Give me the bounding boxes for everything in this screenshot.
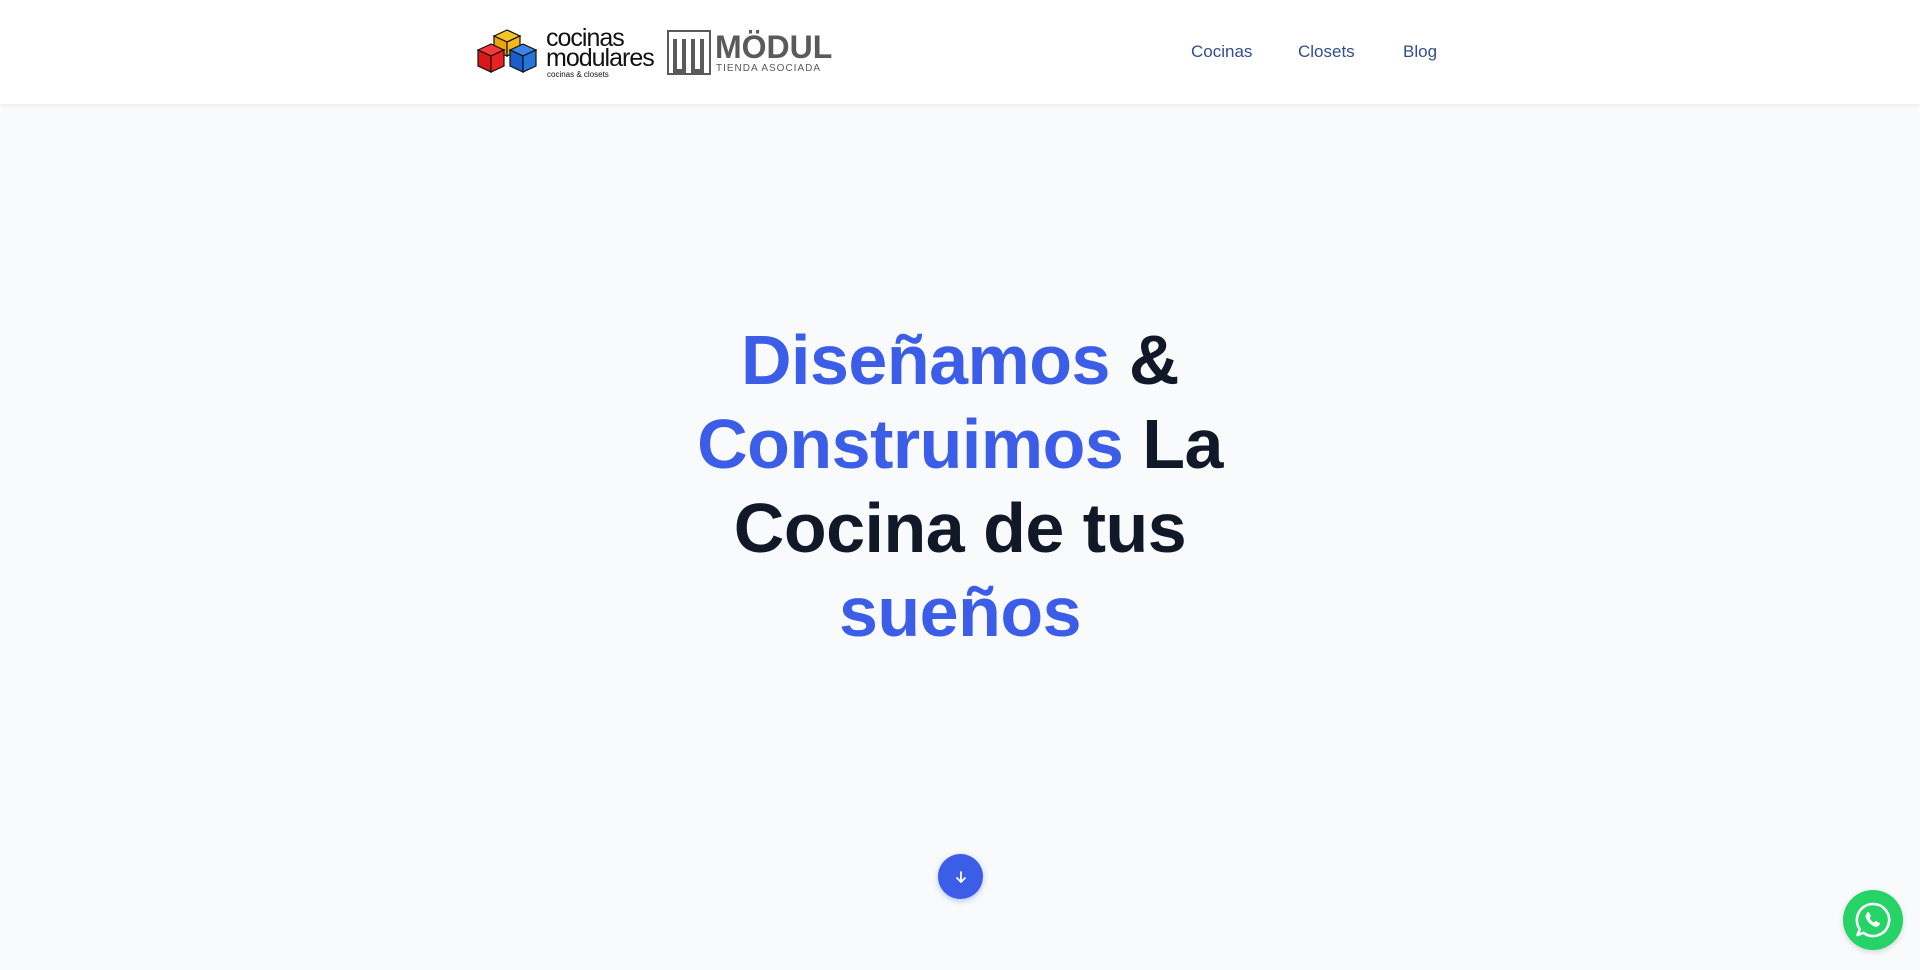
hero-word-disenamos: Diseñamos: [741, 321, 1110, 399]
modul-subtitle: TIENDA ASOCIADA: [716, 63, 822, 74]
nav-link-cocinas[interactable]: Cocinas: [1191, 40, 1252, 64]
site-header: cocinas modulares cocinas & closets MÖDU…: [0, 0, 1920, 104]
nav-link-blog[interactable]: Blog: [1403, 40, 1437, 64]
hero-word-ampersand: &: [1109, 321, 1180, 399]
main-nav: Cocinas Closets Blog: [0, 40, 1920, 64]
arrow-down-icon: [955, 870, 966, 883]
hero-word-la: La: [1123, 405, 1223, 483]
nav-link-closets[interactable]: Closets: [1298, 40, 1355, 64]
logo-tagline: cocinas & closets: [547, 70, 609, 79]
hero-word-construimos: Construimos: [697, 405, 1124, 483]
hero-heading: Diseñamos & Construimos La Cocina de tus su…: [660, 318, 1260, 654]
hero-word-suenos: sueños: [838, 573, 1082, 651]
whatsapp-icon: [1855, 902, 1891, 938]
scroll-down-button[interactable]: [938, 854, 983, 899]
hero-phrase-cocina: Cocina de tus: [733, 489, 1187, 567]
whatsapp-button[interactable]: [1843, 890, 1903, 950]
